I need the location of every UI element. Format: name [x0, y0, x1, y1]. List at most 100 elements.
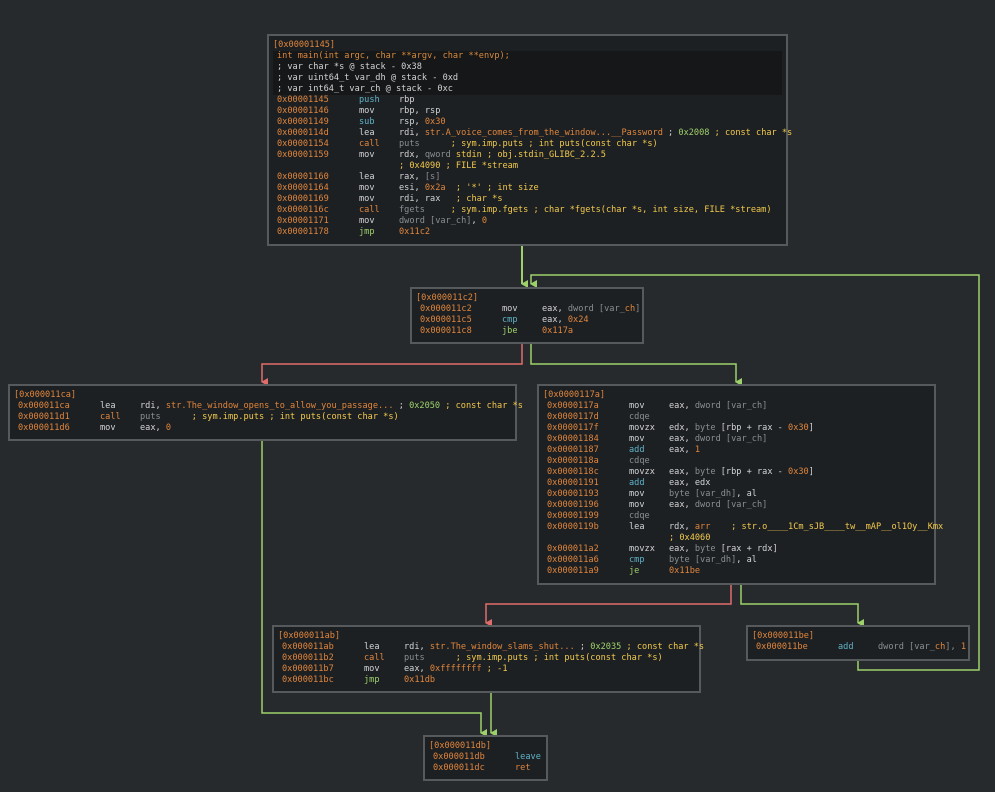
- instruction-address[interactable]: 0x00001193: [547, 489, 599, 500]
- instruction-line[interactable]: 0x000011b2 call puts ; sym.imp.puts ; int …: [278, 653, 695, 664]
- instruction-address[interactable]: 0x000011a6: [547, 555, 599, 566]
- instruction-mnemonic: cdqe: [629, 412, 650, 422]
- instruction-line[interactable]: 0x000011c8 jbe 0x117a: [416, 326, 638, 337]
- instruction-address[interactable]: 0x00001187: [547, 445, 599, 456]
- instruction-line[interactable]: ; 0x4060: [543, 533, 930, 544]
- instruction-address[interactable]: 0x000011c8: [420, 326, 472, 337]
- instruction-line[interactable]: 0x000011dc ret: [429, 763, 542, 774]
- instruction-line[interactable]: 0x0000118a cdqe: [543, 456, 930, 467]
- instruction-address[interactable]: 0x00001146: [277, 106, 329, 117]
- instruction-line[interactable]: 0x00001145 push rbp: [273, 95, 782, 106]
- instruction-line[interactable]: 0x00001164 mov esi, 0x2a ; '*' ; int size: [273, 183, 782, 194]
- instruction-line[interactable]: 0x000011c5 cmp eax, 0x24: [416, 315, 638, 326]
- instruction-address[interactable]: 0x000011a2: [547, 544, 599, 555]
- instruction-address[interactable]: 0x000011c2: [420, 304, 472, 315]
- instruction-address[interactable]: 0x00001191: [547, 478, 599, 489]
- instruction-operands: dword [var_ch], 1: [878, 642, 966, 653]
- instruction-address[interactable]: 0x00001184: [547, 434, 599, 445]
- instruction-line[interactable]: 0x0000119b lea rdx, arr ; str.o____1Cm_sJB…: [543, 522, 943, 533]
- operand-token: [rax + rdx]: [715, 544, 778, 554]
- block-failure[interactable]: [0x000011ab] 0x000011ab lea rdi, str.The_wi…: [272, 625, 704, 693]
- instruction-line[interactable]: 0x0000118c movzx eax, byte [rbp + rax - 0x…: [543, 467, 930, 478]
- instruction-line[interactable]: 0x000011be add dword [var_ch], 1: [752, 642, 966, 653]
- function-signature-line[interactable]: ; var uint64_t var_dh @ stack - 0xd: [273, 73, 782, 84]
- instruction-address[interactable]: 0x000011ab: [282, 642, 334, 653]
- instruction-line[interactable]: 0x000011d1 call puts ; sym.imp.puts ; int …: [14, 412, 511, 423]
- block-increment[interactable]: [0x000011be] 0x000011be add dword [var_ch],…: [746, 625, 970, 661]
- block-loop-check[interactable]: [0x000011c2] 0x000011c2 mov eax, dword [var…: [410, 287, 644, 344]
- instruction-address[interactable]: 0x00001164: [277, 183, 329, 194]
- instruction-line[interactable]: 0x00001187 add eax, 1: [543, 445, 930, 456]
- instruction-address[interactable]: 0x0000117a: [547, 401, 599, 412]
- instruction-address[interactable]: 0x000011b7: [282, 664, 334, 675]
- instruction-line[interactable]: ; 0x4090 ; FILE *stream: [273, 161, 782, 172]
- instruction-address[interactable]: 0x00001199: [547, 511, 599, 522]
- instruction-address[interactable]: 0x00001154: [277, 139, 329, 150]
- instruction-line[interactable]: 0x000011ca lea rdi, str.The_window_opens_t…: [14, 401, 523, 412]
- instruction-address[interactable]: 0x000011bc: [282, 675, 334, 686]
- instruction-address[interactable]: 0x0000118a: [547, 456, 599, 467]
- instruction-line[interactable]: 0x00001160 lea rax, [s]: [273, 172, 782, 183]
- instruction-line[interactable]: 0x00001191 add eax, edx: [543, 478, 930, 489]
- instruction-address[interactable]: 0x0000119b: [547, 522, 599, 533]
- block-return[interactable]: [0x000011db] 0x000011db leave 0x000011dc ret: [423, 735, 548, 781]
- instruction-address[interactable]: 0x000011d1: [18, 412, 70, 423]
- instruction-line[interactable]: 0x00001159 mov rdx, qword stdin ; obj.stdi…: [273, 150, 782, 161]
- instruction-line[interactable]: 0x00001169 mov rdi, rax ; char *s: [273, 194, 782, 205]
- instruction-address[interactable]: 0x00001160: [277, 172, 329, 183]
- instruction-address[interactable]: 0x0000117d: [547, 412, 599, 423]
- instruction-address[interactable]: 0x000011d6: [18, 423, 70, 434]
- instruction-line[interactable]: 0x00001149 sub rsp, 0x30: [273, 117, 782, 128]
- function-signature-line[interactable]: int main(int argc, char **argv, char **e…: [273, 51, 782, 62]
- instruction-address[interactable]: 0x000011a9: [547, 566, 599, 577]
- instruction-line[interactable]: 0x0000117f movzx edx, byte [rbp + rax - 0x…: [543, 423, 930, 434]
- instruction-line[interactable]: 0x000011c2 mov eax, dword [var_ch]: [416, 304, 640, 315]
- instruction-line[interactable]: 0x00001193 mov byte [var_dh], al: [543, 489, 930, 500]
- operand-token: ; const char *s: [709, 128, 793, 138]
- instruction-address[interactable]: 0x000011be: [756, 642, 808, 653]
- instruction-line[interactable]: 0x00001171 mov dword [var_ch], 0: [273, 216, 782, 227]
- instruction-line[interactable]: 0x000011db leave: [429, 752, 542, 763]
- block-main[interactable]: [0x00001145] int main(int argc, char **ar…: [267, 34, 792, 246]
- instruction-line[interactable]: 0x0000114d lea rdi, str.A_voice_comes_from…: [273, 128, 792, 139]
- function-signature-line[interactable]: ; var int64_t var_ch @ stack - 0xc: [273, 84, 782, 95]
- operand-token: ; '*' ; int size: [445, 183, 539, 193]
- instruction-line[interactable]: 0x000011a9 je 0x11be: [543, 566, 930, 577]
- instruction-line[interactable]: 0x000011d6 mov eax, 0: [14, 423, 511, 434]
- instruction-line[interactable]: 0x00001146 mov rbp, rsp: [273, 106, 782, 117]
- instruction-address[interactable]: 0x0000118c: [547, 467, 599, 478]
- instruction-address[interactable]: 0x0000116c: [277, 205, 329, 216]
- instruction-address[interactable]: 0x000011dc: [433, 763, 485, 774]
- function-signature-line[interactable]: ; var char *s @ stack - 0x38: [273, 62, 782, 73]
- operand-token: byte [var_dh]: [669, 555, 737, 565]
- instruction-address[interactable]: 0x00001171: [277, 216, 329, 227]
- instruction-line[interactable]: 0x0000117d cdqe: [543, 412, 930, 423]
- instruction-line[interactable]: 0x00001199 cdqe: [543, 511, 930, 522]
- instruction-address[interactable]: 0x00001178: [277, 227, 329, 238]
- instruction-line[interactable]: 0x000011a2 movzx eax, byte [rax + rdx]: [543, 544, 930, 555]
- instruction-line[interactable]: 0x00001184 mov eax, dword [var_ch]: [543, 434, 930, 445]
- instruction-line[interactable]: 0x000011a6 cmp byte [var_dh], al: [543, 555, 930, 566]
- instruction-address[interactable]: 0x0000114d: [277, 128, 329, 139]
- instruction-mnemonic: mov: [502, 304, 518, 314]
- instruction-address[interactable]: 0x00001169: [277, 194, 329, 205]
- instruction-line[interactable]: 0x00001154 call puts ; sym.imp.puts ; int …: [273, 139, 782, 150]
- instruction-line[interactable]: 0x00001196 mov eax, dword [var_ch]: [543, 500, 930, 511]
- instruction-line[interactable]: 0x000011ab lea rdi, str.The_window_slams_s…: [278, 642, 704, 653]
- instruction-address[interactable]: 0x00001159: [277, 150, 329, 161]
- block-success[interactable]: [0x000011ca] 0x000011ca lea rdi, str.The_wi…: [8, 384, 523, 441]
- instruction-address[interactable]: 0x000011db: [433, 752, 485, 763]
- instruction-address[interactable]: 0x00001145: [277, 95, 329, 106]
- block-loop-body[interactable]: [0x0000117a] 0x0000117a mov eax, dword [var…: [537, 384, 943, 585]
- instruction-address[interactable]: 0x000011c5: [420, 315, 472, 326]
- instruction-address[interactable]: 0x000011b2: [282, 653, 334, 664]
- instruction-address[interactable]: 0x000011ca: [18, 401, 70, 412]
- instruction-address[interactable]: 0x00001196: [547, 500, 599, 511]
- instruction-line[interactable]: 0x0000116c call fgets ; sym.imp.fgets ; ch…: [273, 205, 782, 216]
- instruction-line[interactable]: 0x00001178 jmp 0x11c2: [273, 227, 782, 238]
- instruction-line[interactable]: 0x000011bc jmp 0x11db: [278, 675, 695, 686]
- instruction-line[interactable]: 0x0000117a mov eax, dword [var_ch]: [543, 401, 930, 412]
- instruction-address[interactable]: 0x0000117f: [547, 423, 599, 434]
- instruction-address[interactable]: 0x00001149: [277, 117, 329, 128]
- instruction-line[interactable]: 0x000011b7 mov eax, 0xffffffff ; -1: [278, 664, 695, 675]
